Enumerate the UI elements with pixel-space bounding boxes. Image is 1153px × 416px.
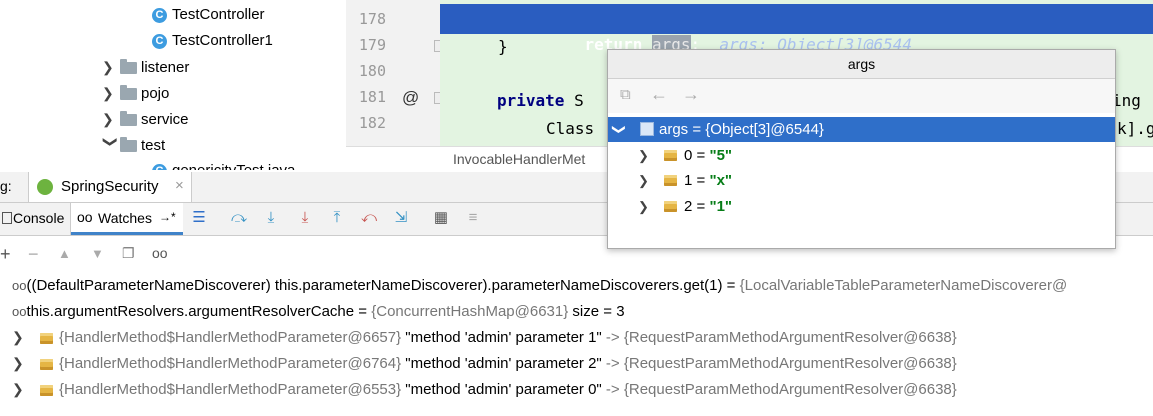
- chevron-right-icon[interactable]: ❯: [102, 54, 120, 80]
- override-marker-icon[interactable]: @: [402, 88, 419, 108]
- field-icon: [40, 384, 53, 396]
- line-number: 182: [358, 114, 386, 132]
- chevron-right-icon[interactable]: ❯: [638, 143, 649, 168]
- tree-item-listener[interactable]: ❯ listener: [102, 54, 189, 80]
- field-icon: [664, 175, 677, 186]
- popup-item-row[interactable]: ❯ 2 = "1": [608, 194, 1115, 219]
- array-icon: [640, 122, 654, 136]
- back-arrow-icon[interactable]: ←: [650, 84, 668, 105]
- line-number: 181: [358, 88, 386, 106]
- glasses-icon: oo: [77, 209, 93, 225]
- tab-watches[interactable]: oo Watches →*: [71, 203, 183, 235]
- tree-item-test[interactable]: ❯ test: [102, 132, 165, 158]
- chevron-right-icon[interactable]: ❯: [102, 80, 120, 106]
- remove-icon[interactable]: −: [28, 244, 39, 265]
- line-number: 179: [358, 36, 386, 54]
- tree-item-testcontroller1[interactable]: C TestController1: [152, 28, 273, 54]
- menu-lines-icon[interactable]: ☰: [188, 207, 210, 229]
- code-line-179: }: [498, 37, 508, 56]
- tree-item-pojo[interactable]: ❯ pojo: [102, 80, 169, 106]
- move-down-icon[interactable]: ▼: [91, 246, 104, 261]
- folder-icon: [120, 59, 137, 75]
- line-number: 178: [358, 10, 386, 28]
- watch-row[interactable]: oothis.argumentResolvers.argumentResolve…: [12, 299, 625, 325]
- chevron-right-icon[interactable]: ❯: [12, 376, 40, 402]
- field-icon: [40, 332, 53, 344]
- tree-item-testcontroller[interactable]: C TestController: [152, 2, 265, 28]
- class-icon: C: [152, 7, 167, 23]
- map-entry-row[interactable]: ❯ {HandlerMethod$HandlerMethodParameter@6…: [12, 350, 957, 376]
- glasses-icon: oo: [12, 278, 27, 293]
- chevron-right-icon[interactable]: ❯: [12, 350, 40, 376]
- copy-icon[interactable]: ❐: [122, 245, 135, 262]
- code-line-182: Class: [546, 119, 595, 138]
- chevron-right-icon[interactable]: ❯: [638, 168, 649, 193]
- map-entry-row[interactable]: ❯ {HandlerMethod$HandlerMethodParameter@6…: [12, 324, 957, 350]
- tree-item-genericitytest[interactable]: CgenericityTest.java: [152, 158, 295, 170]
- force-step-into-icon[interactable]: ⤓: [294, 207, 316, 229]
- popup-item-row[interactable]: ❯ 1 = "x": [608, 168, 1115, 193]
- chevron-right-icon[interactable]: ❯: [102, 106, 120, 132]
- watch-row[interactable]: oo((DefaultParameterNameDiscoverer) this…: [12, 273, 1067, 299]
- popup-nav: ⧉ ← →: [608, 79, 1115, 113]
- folder-icon: [120, 111, 137, 127]
- folder-icon: [120, 137, 137, 153]
- tab-console[interactable]: Console: [0, 203, 71, 235]
- glasses-icon[interactable]: oo: [152, 245, 168, 261]
- forward-arrow-icon[interactable]: →: [682, 84, 700, 105]
- run-to-cursor-icon[interactable]: ⇲: [390, 207, 412, 229]
- tree-item-service[interactable]: ❯ service: [102, 106, 189, 132]
- field-icon: [40, 358, 53, 370]
- popup-title[interactable]: args: [608, 50, 1115, 79]
- code-line-182-tail: k].g: [1117, 119, 1153, 138]
- map-entry-row[interactable]: ❯ {HandlerMethod$HandlerMethodParameter@6…: [12, 376, 957, 402]
- popup-item-row[interactable]: ❯ 0 = "5": [608, 143, 1115, 168]
- drop-frame-icon[interactable]: ⤺: [358, 207, 380, 229]
- code-line-181-tail: ing: [1112, 91, 1141, 110]
- add-icon[interactable]: +: [0, 244, 11, 265]
- step-over-icon[interactable]: ⤼: [228, 207, 250, 229]
- chevron-right-icon[interactable]: ❯: [638, 194, 649, 219]
- chevron-right-icon[interactable]: ❯: [12, 324, 40, 350]
- field-icon: [664, 150, 677, 161]
- trace-stream-icon[interactable]: ≡: [462, 207, 484, 229]
- folder-icon: [120, 85, 137, 101]
- spring-leaf-icon: [37, 179, 53, 195]
- step-into-icon[interactable]: ⤓: [260, 207, 282, 229]
- code-line-181: private S: [497, 91, 584, 110]
- line-number: 180: [358, 62, 386, 80]
- field-icon: [664, 201, 677, 212]
- close-icon[interactable]: ×: [175, 177, 184, 194]
- move-up-icon[interactable]: ▲: [58, 246, 71, 261]
- current-execution-line: return args; args: Object[3]@6544: [440, 4, 1153, 54]
- hierarchy-icon[interactable]: ⧉: [620, 86, 631, 103]
- class-icon: C: [152, 163, 167, 170]
- tab-springsecurity[interactable]: SpringSecurity ×: [28, 172, 192, 202]
- evaluate-expression-icon[interactable]: ▦: [430, 207, 452, 229]
- class-icon: C: [152, 33, 167, 49]
- glasses-icon: oo: [12, 304, 27, 319]
- project-tree: C TestController C TestController1 ❯ listen…: [0, 0, 346, 170]
- variable-popup[interactable]: args ⧉ ← → ❯ args = {Object[3]@6544} ❯ 0…: [607, 49, 1116, 249]
- chevron-down-icon[interactable]: ❯: [607, 124, 632, 135]
- editor-gutter: 178 179 180 181 182 @: [346, 0, 446, 146]
- console-icon: [2, 212, 12, 224]
- popup-root-row[interactable]: ❯ args = {Object[3]@6544}: [608, 117, 1115, 142]
- step-out-icon[interactable]: ⤒: [326, 207, 348, 229]
